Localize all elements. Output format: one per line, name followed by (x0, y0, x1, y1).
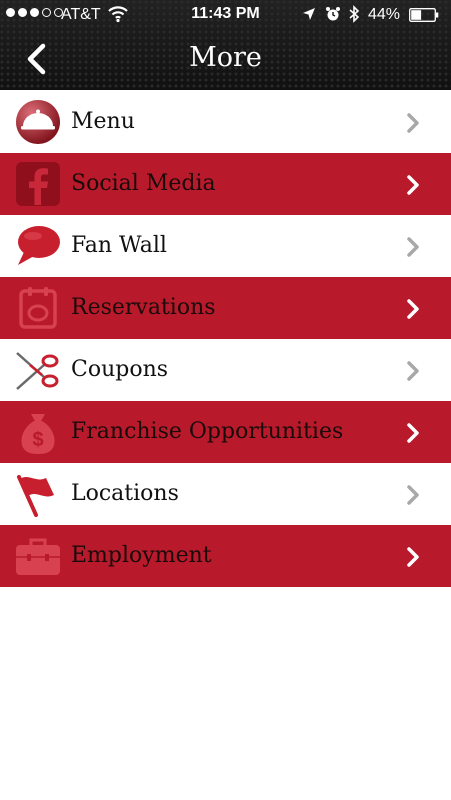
list-item-label: Employment (71, 543, 212, 568)
list-item-label: Franchise Opportunities (71, 419, 344, 444)
battery-icon (409, 8, 439, 22)
list-item-label: Locations (71, 481, 179, 506)
flag-icon (17, 475, 54, 517)
more-menu-list: Menu Social Media Fan Wall Reservations … (0, 91, 451, 587)
navigation-bar: More (0, 30, 451, 90)
list-item-fan-wall[interactable]: Fan Wall (0, 215, 451, 277)
page-title: More (189, 42, 262, 73)
list-item-employment[interactable]: Employment (0, 525, 451, 587)
battery-percent: 44% (368, 6, 401, 23)
list-item-reservations[interactable]: Reservations (0, 277, 451, 339)
calendar-icon (19, 287, 57, 329)
chevron-right-icon (407, 175, 419, 195)
location-arrow-icon (303, 8, 315, 20)
cloche-icon (16, 100, 60, 144)
briefcase-icon (16, 538, 60, 575)
svg-text:$: $ (32, 429, 43, 451)
list-item-label: Menu (71, 109, 135, 134)
list-item-menu[interactable]: Menu (0, 91, 451, 153)
chevron-right-icon (407, 113, 419, 133)
top-bar: AT&T 11:43 PM 44% More (0, 0, 451, 90)
chevron-right-icon (407, 547, 419, 567)
list-item-label: Reservations (71, 295, 216, 320)
chevron-right-icon (407, 423, 419, 443)
scissors-icon (16, 352, 59, 390)
speech-bubble-icon (18, 226, 60, 265)
chevron-right-icon (407, 237, 419, 257)
list-item-locations[interactable]: Locations (0, 463, 451, 525)
status-bar: AT&T 11:43 PM 44% (0, 0, 451, 30)
list-item-label: Social Media (71, 171, 216, 196)
money-bag-icon: $ (21, 414, 55, 454)
list-item-label: Coupons (71, 357, 169, 382)
bluetooth-icon (349, 5, 360, 23)
chevron-right-icon (407, 485, 419, 505)
facebook-icon (16, 162, 60, 206)
list-item-franchise-opportunities[interactable]: $ Franchise Opportunities (0, 401, 451, 463)
alarm-icon (326, 7, 340, 21)
list-item-coupons[interactable]: Coupons (0, 339, 451, 401)
list-item-label: Fan Wall (71, 233, 167, 258)
chevron-right-icon (407, 361, 419, 381)
chevron-right-icon (407, 299, 419, 319)
list-item-social-media[interactable]: Social Media (0, 153, 451, 215)
